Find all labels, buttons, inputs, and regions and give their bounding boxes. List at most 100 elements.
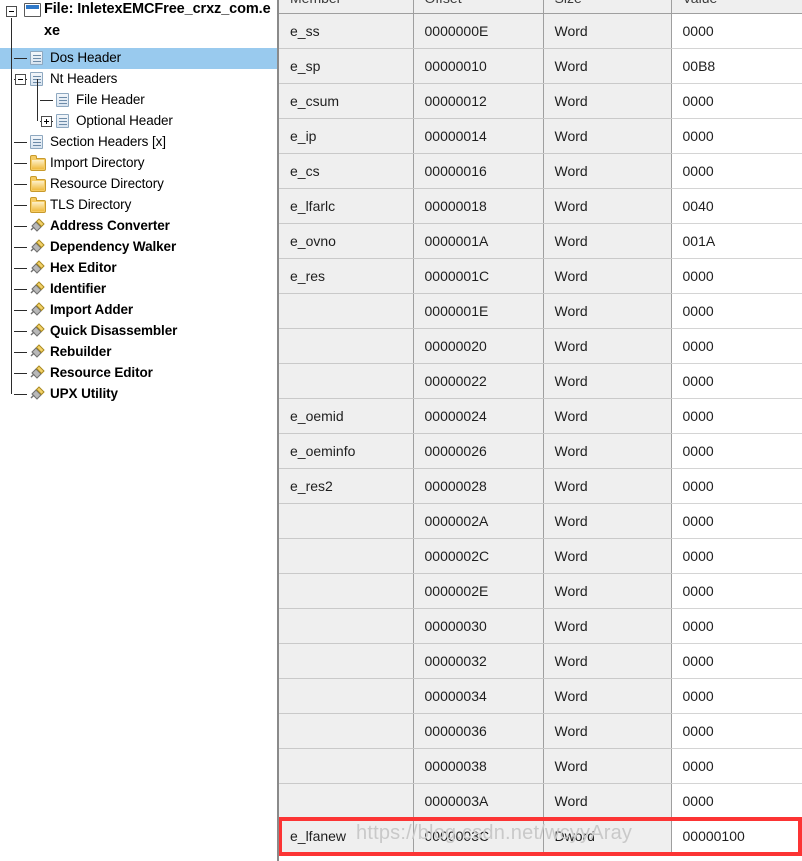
table-row[interactable]: 0000002C Word 0000 — [279, 538, 802, 574]
plugin-icon — [30, 385, 46, 400]
cell-value: 0000 — [671, 153, 802, 189]
tree-item-file-header[interactable]: File Header — [0, 90, 277, 111]
cell-value: 0000 — [671, 503, 802, 539]
member-table-panel[interactable]: Member Offset Size Value e_ss0000000EWor… — [277, 0, 802, 861]
cell-member — [279, 503, 414, 539]
tree-expander-optional-header[interactable] — [41, 116, 52, 127]
plugin-icon — [30, 259, 46, 274]
cell-size: Word — [543, 328, 672, 364]
folder-icon — [30, 155, 46, 171]
cell-member: e_lfarlc — [279, 188, 414, 224]
cell-size: Word — [543, 118, 672, 154]
table-row[interactable]: e_ip 00000014 Word 0000 — [279, 118, 802, 154]
table-row[interactable]: e_ovno 0000001A Word 001A — [279, 223, 802, 259]
cell-size: Word — [543, 223, 672, 259]
column-header-offset[interactable]: Offset — [413, 0, 544, 14]
document-icon — [30, 135, 43, 149]
tree-item-quick-disassembler[interactable]: Quick Disassembler — [0, 321, 277, 342]
tree-expander-nt-headers[interactable] — [15, 74, 26, 85]
cell-member: e_ip — [279, 118, 414, 154]
cell-size: Word — [543, 363, 672, 399]
cell-member — [279, 748, 414, 784]
tree-item-label: Dependency Walker — [50, 239, 177, 254]
table-row[interactable]: 0000003A Word 0000 — [279, 783, 802, 819]
tree-subtrunk-line — [37, 79, 38, 121]
folder-icon — [30, 176, 46, 192]
column-header-size-label: Size — [555, 0, 671, 5]
table-row[interactable]: 00000036 Word 0000 — [279, 713, 802, 749]
tree-item-dependency-walker[interactable]: Dependency Walker — [0, 237, 277, 258]
table-row[interactable]: e_oeminfo 00000026 Word 0000 — [279, 433, 802, 469]
tree-root-label-line2: xe — [44, 23, 60, 39]
table-row[interactable]: e_cs 00000016 Word 0000 — [279, 153, 802, 189]
cell-member: e_lfanew — [279, 818, 414, 854]
tree-item-nt-headers[interactable]: Nt Headers — [0, 69, 277, 90]
table-row[interactable]: 0000001E Word 0000 — [279, 293, 802, 329]
cell-member: e_cs — [279, 153, 414, 189]
cell-offset: 00000010 — [413, 48, 544, 84]
tree-item-label: File Header — [76, 92, 145, 107]
table-row[interactable]: 00000038 Word 0000 — [279, 748, 802, 784]
column-header-member-label: Member — [290, 0, 412, 5]
tree-item-tls-directory[interactable]: TLS Directory — [0, 195, 277, 216]
tree-item-hex-editor[interactable]: Hex Editor — [0, 258, 277, 279]
tree-item-label: Resource Directory — [50, 176, 164, 191]
column-header-value[interactable]: Value — [671, 0, 802, 14]
tree-item-section-headers-x[interactable]: Section Headers [x] — [0, 132, 277, 153]
cell-value: 0000 — [671, 293, 802, 329]
tree-item-dos-header[interactable]: Dos Header — [0, 48, 277, 69]
document-icon — [56, 114, 69, 128]
table-row[interactable]: e_oemid 00000024 Word 0000 — [279, 398, 802, 434]
cell-size: Word — [543, 83, 672, 119]
table-row[interactable]: 00000034 Word 0000 — [279, 678, 802, 714]
tree-item-address-converter[interactable]: Address Converter — [0, 216, 277, 237]
table-row[interactable]: e_lfanew 0000003C Dword 00000100 — [279, 818, 802, 854]
tree-item-optional-header[interactable]: Optional Header — [0, 111, 277, 132]
cell-value: 0000 — [671, 433, 802, 469]
table-row[interactable]: 00000032 Word 0000 — [279, 643, 802, 679]
folder-icon — [30, 197, 46, 213]
cell-member — [279, 713, 414, 749]
plugin-icon — [30, 280, 46, 295]
table-row[interactable]: 0000002E Word 0000 — [279, 573, 802, 609]
cell-offset: 0000002A — [413, 503, 544, 539]
tree-item-identifier[interactable]: Identifier — [0, 279, 277, 300]
cell-member: e_ss — [279, 13, 414, 49]
tree-item-resource-directory[interactable]: Resource Directory — [0, 174, 277, 195]
tree-expander-root[interactable] — [6, 6, 17, 17]
cell-size: Word — [543, 398, 672, 434]
table-row[interactable]: 00000020 Word 0000 — [279, 328, 802, 364]
tree-connector — [14, 268, 27, 269]
cell-offset: 0000003A — [413, 783, 544, 819]
tree-item-label: TLS Directory — [50, 197, 132, 212]
table-row[interactable]: 0000002A Word 0000 — [279, 503, 802, 539]
table-row[interactable]: e_csum 00000012 Word 0000 — [279, 83, 802, 119]
cell-offset: 00000028 — [413, 468, 544, 504]
tree-connector — [14, 331, 27, 332]
tree-item-import-directory[interactable]: Import Directory — [0, 153, 277, 174]
tree-item-label: Optional Header — [76, 113, 173, 128]
tree-item-upx-utility[interactable]: UPX Utility — [0, 384, 277, 405]
table-row[interactable]: 00000022 Word 0000 — [279, 363, 802, 399]
tree-item-label: Identifier — [50, 281, 107, 296]
table-row[interactable]: e_res2 00000028 Word 0000 — [279, 468, 802, 504]
column-header-size[interactable]: Size — [543, 0, 672, 14]
tree-item-label: Section Headers [x] — [50, 134, 166, 149]
tree-item-rebuilder[interactable]: Rebuilder — [0, 342, 277, 363]
structure-tree-panel[interactable]: File: InletexEMCFree_crxz_com.e xe Dos Hea… — [0, 0, 277, 861]
table-row[interactable]: e_res 0000001C Word 0000 — [279, 258, 802, 294]
cell-offset: 0000002C — [413, 538, 544, 574]
table-row[interactable]: e_lfarlc 00000018 Word 0040 — [279, 188, 802, 224]
column-header-member[interactable]: Member — [279, 0, 414, 14]
table-row[interactable]: e_sp 00000010 Word 00B8 — [279, 48, 802, 84]
tree-item-import-adder[interactable]: Import Adder — [0, 300, 277, 321]
tree-item-resource-editor[interactable]: Resource Editor — [0, 363, 277, 384]
plugin-icon — [30, 301, 46, 316]
cell-member — [279, 538, 414, 574]
tree-root-node[interactable]: File: InletexEMCFree_crxz_com.e xe — [0, 0, 277, 46]
cell-offset: 00000018 — [413, 188, 544, 224]
table-row[interactable]: e_ss 0000000E Word 0000 — [279, 13, 802, 49]
table-row[interactable]: 00000030 Word 0000 — [279, 608, 802, 644]
tree-item-label: Hex Editor — [50, 260, 117, 275]
cell-offset: 00000012 — [413, 83, 544, 119]
